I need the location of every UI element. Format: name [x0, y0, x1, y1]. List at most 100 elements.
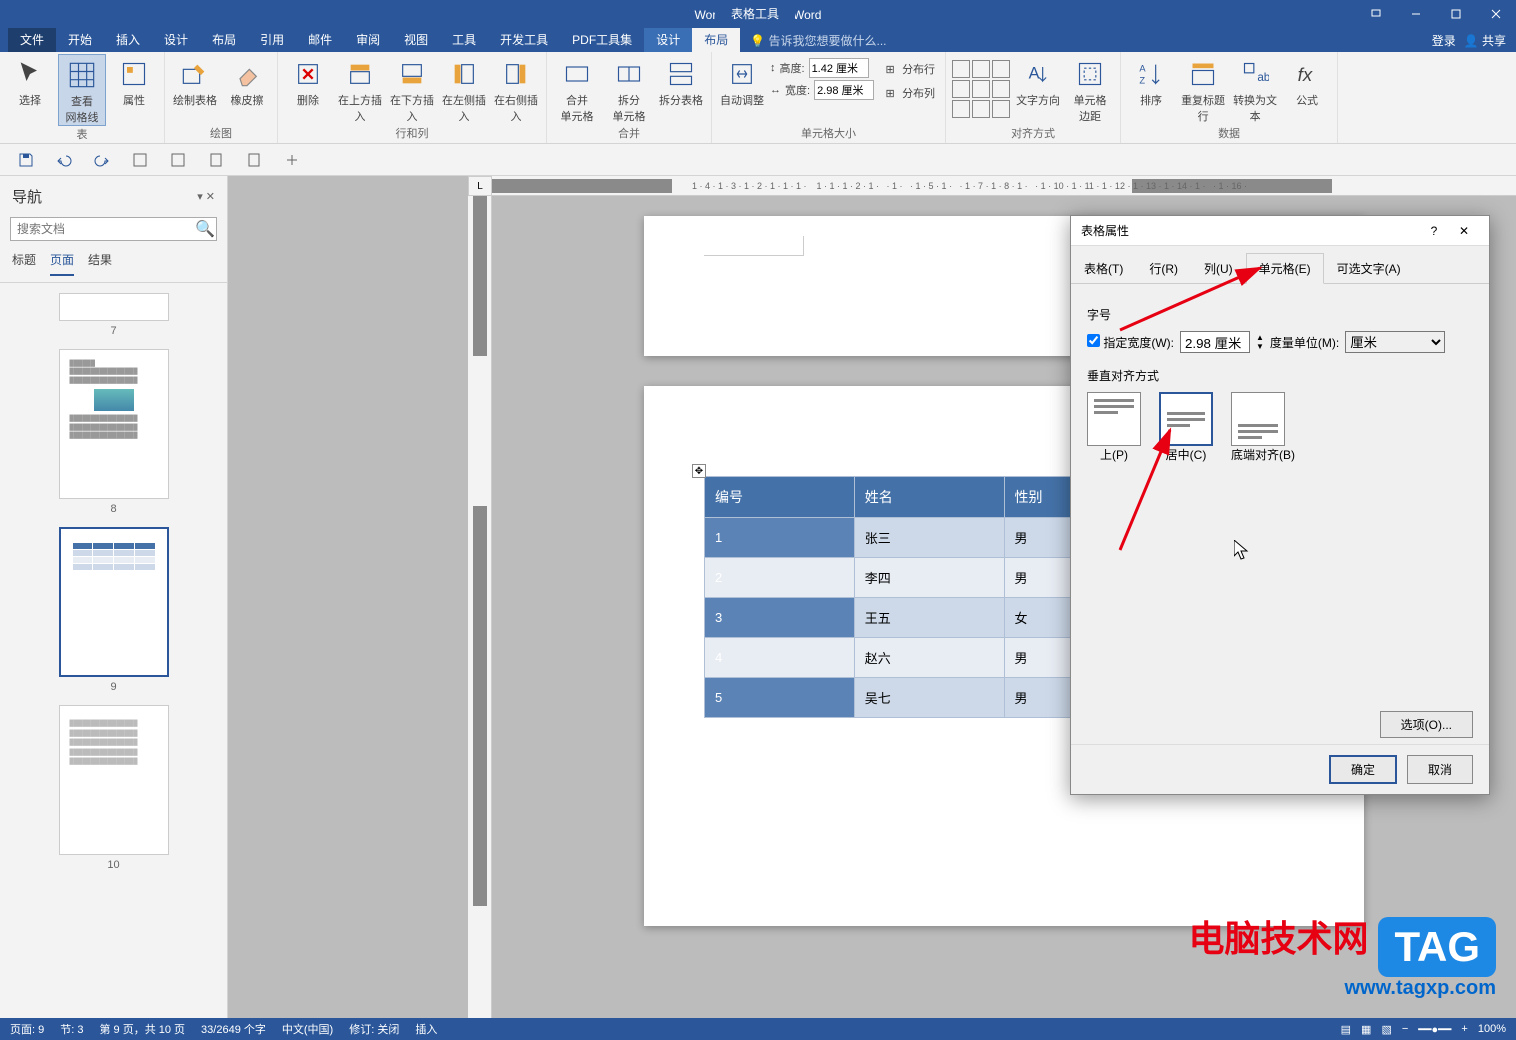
split-table-button[interactable]: 拆分表格 [657, 54, 705, 108]
tab-table-design[interactable]: 设计 [644, 28, 692, 52]
maximize-button[interactable] [1436, 0, 1476, 28]
tab-layout[interactable]: 布局 [200, 28, 248, 52]
tell-me-input[interactable]: 💡 告诉我您想要做什么... [750, 32, 886, 49]
close-button[interactable] [1476, 0, 1516, 28]
align-ml[interactable] [952, 80, 970, 98]
cancel-button[interactable]: 取消 [1407, 755, 1473, 784]
insert-left-button[interactable]: 在左侧插入 [440, 54, 488, 124]
dtab-cell[interactable]: 单元格(E) [1246, 253, 1324, 284]
tab-table-layout[interactable]: 布局 [692, 28, 740, 52]
nav-tab-results[interactable]: 结果 [88, 251, 112, 276]
tab-developer[interactable]: 开发工具 [488, 28, 560, 52]
convert-to-text-button[interactable]: ab转换为文本 [1231, 54, 1279, 124]
view-web-icon[interactable]: ▧ [1381, 1023, 1391, 1036]
select-button[interactable]: 选择 [6, 54, 54, 108]
specify-width-checkbox[interactable]: 指定宽度(W): [1087, 334, 1174, 351]
dtab-alt[interactable]: 可选文字(A) [1324, 253, 1414, 284]
insert-below-button[interactable]: 在下方插入 [388, 54, 436, 124]
thumb-10[interactable]: ████████████████████████████████████████… [59, 705, 169, 871]
qat-btn-7[interactable] [244, 150, 264, 170]
formula-button[interactable]: fx公式 [1283, 54, 1331, 108]
status-lang[interactable]: 中文(中国) [282, 1021, 333, 1037]
horizontal-ruler[interactable]: 1 · 4 · 1 · 3 · 1 · 2 · 1 · 1 · 1 · 1 · … [492, 176, 1516, 196]
insert-above-button[interactable]: 在上方插入 [336, 54, 384, 124]
ruler-corner[interactable]: L [468, 176, 492, 196]
draw-table-button[interactable]: 绘制表格 [171, 54, 219, 108]
zoom-out[interactable]: − [1402, 1023, 1408, 1035]
zoom-in[interactable]: + [1461, 1023, 1467, 1035]
status-insert[interactable]: 插入 [415, 1021, 437, 1037]
split-cells-button[interactable]: 拆分 单元格 [605, 54, 653, 124]
qat-btn-5[interactable] [168, 150, 188, 170]
text-direction-button[interactable]: A文字方向 [1014, 54, 1062, 108]
tab-insert[interactable]: 插入 [104, 28, 152, 52]
zoom-slider[interactable]: ━━●━━ [1418, 1023, 1451, 1036]
qat-btn-6[interactable] [206, 150, 226, 170]
status-words[interactable]: 33/2649 个字 [201, 1021, 266, 1037]
merge-cells-button[interactable]: 合并 单元格 [553, 54, 601, 124]
view-print-icon[interactable]: ▦ [1361, 1023, 1371, 1036]
nav-close-button[interactable]: ▾ ✕ [197, 190, 215, 203]
width-spin-down[interactable]: ▼ [1256, 342, 1264, 351]
status-page-of[interactable]: 第 9 页，共 10 页 [99, 1021, 185, 1037]
view-read-icon[interactable]: ▤ [1341, 1023, 1351, 1036]
align-mc[interactable] [972, 80, 990, 98]
vertical-ruler[interactable] [468, 196, 492, 1018]
save-button[interactable] [16, 150, 36, 170]
align-top-option[interactable]: 上(P) [1087, 392, 1141, 463]
view-gridlines-button[interactable]: 查看 网格线 [58, 54, 106, 126]
align-bottom-option[interactable]: 底端对齐(B) [1231, 392, 1295, 463]
qat-btn-8[interactable] [282, 150, 302, 170]
align-tc[interactable] [972, 60, 990, 78]
tab-view[interactable]: 视图 [392, 28, 440, 52]
ok-button[interactable]: 确定 [1329, 755, 1397, 784]
delete-button[interactable]: 删除 [284, 54, 332, 108]
dtab-row[interactable]: 行(R) [1136, 253, 1191, 284]
nav-tab-pages[interactable]: 页面 [50, 251, 74, 276]
insert-right-button[interactable]: 在右侧插入 [492, 54, 540, 124]
unit-select[interactable]: 厘米 [1345, 331, 1445, 353]
tab-design[interactable]: 设计 [152, 28, 200, 52]
tab-mailings[interactable]: 邮件 [296, 28, 344, 52]
align-bc[interactable] [972, 100, 990, 118]
redo-button[interactable] [92, 150, 112, 170]
tab-references[interactable]: 引用 [248, 28, 296, 52]
tab-tools[interactable]: 工具 [440, 28, 488, 52]
nav-tab-headings[interactable]: 标题 [12, 251, 36, 276]
status-page[interactable]: 页面: 9 [10, 1021, 44, 1037]
tab-home[interactable]: 开始 [56, 28, 104, 52]
th-id[interactable]: 编号 [705, 477, 855, 518]
share-button[interactable]: 👤 共享 [1464, 32, 1506, 49]
tab-pdf[interactable]: PDF工具集 [560, 28, 644, 52]
tab-file[interactable]: 文件 [8, 28, 56, 52]
status-section[interactable]: 节: 3 [60, 1021, 83, 1037]
sort-button[interactable]: AZ排序 [1127, 54, 1175, 108]
zoom-value[interactable]: 100% [1478, 1023, 1506, 1035]
status-track[interactable]: 修订: 关闭 [349, 1021, 399, 1037]
table-move-handle[interactable]: ✥ [692, 464, 706, 478]
ribbon-options-icon[interactable] [1356, 0, 1396, 28]
nav-search-input[interactable] [10, 217, 217, 241]
qat-btn-4[interactable] [130, 150, 150, 170]
width-value-input[interactable] [1180, 331, 1250, 353]
tab-review[interactable]: 审阅 [344, 28, 392, 52]
distribute-rows-button[interactable]: ⊞分布行 [878, 58, 939, 80]
align-mr[interactable] [992, 80, 1010, 98]
minimize-button[interactable] [1396, 0, 1436, 28]
distribute-cols-button[interactable]: ⊞分布列 [878, 82, 939, 104]
options-button[interactable]: 选项(O)... [1380, 711, 1473, 738]
thumb-9[interactable]: 9 [59, 527, 169, 693]
undo-button[interactable] [54, 150, 74, 170]
align-bl[interactable] [952, 100, 970, 118]
cell-margins-button[interactable]: 单元格 边距 [1066, 54, 1114, 124]
thumb-8[interactable]: ████████████████████████████████████████… [59, 349, 169, 515]
autofit-button[interactable]: 自动调整 [718, 54, 766, 108]
width-spin-up[interactable]: ▲ [1256, 333, 1264, 342]
dialog-close-button[interactable]: ✕ [1449, 224, 1479, 238]
align-tl[interactable] [952, 60, 970, 78]
properties-button[interactable]: 属性 [110, 54, 158, 108]
height-input[interactable] [809, 58, 869, 78]
thumb-7[interactable]: 7 [59, 293, 169, 337]
search-icon[interactable]: 🔍 [195, 219, 215, 239]
dtab-table[interactable]: 表格(T) [1071, 253, 1136, 284]
